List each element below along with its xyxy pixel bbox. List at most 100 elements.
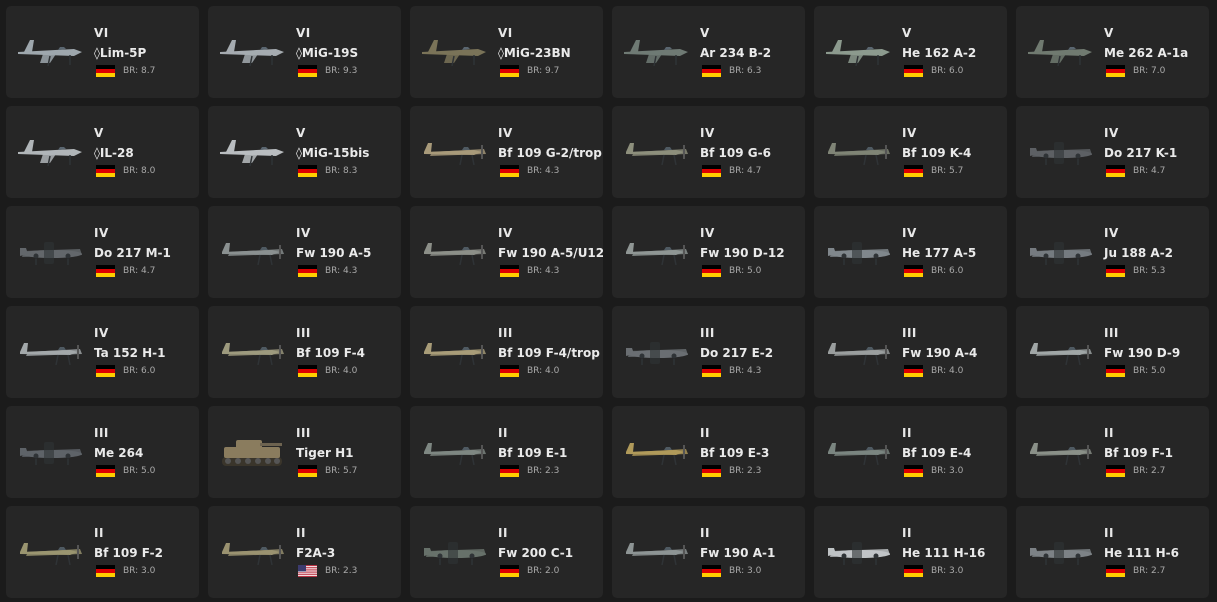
vehicle-card[interactable]: III Fw 190 D-9 BR: 5.0 [1016, 306, 1209, 398]
battle-rating: BR: 6.0 [931, 66, 964, 76]
vehicle-rank: V [1104, 26, 1114, 40]
vehicle-card[interactable]: II Bf 109 E-4 BR: 3.0 [814, 406, 1007, 498]
vehicle-card[interactable]: IV Bf 109 G-6 BR: 4.7 [612, 106, 805, 198]
vehicle-meta: BR: 9.7 [500, 65, 559, 77]
aircraft-icon [1024, 332, 1096, 372]
vehicle-rank: II [902, 526, 912, 540]
vehicle-rank: V [94, 126, 104, 140]
vehicle-meta: BR: 7.0 [1106, 65, 1165, 77]
vehicle-card[interactable]: II He 111 H-16 BR: 3.0 [814, 506, 1007, 598]
vehicle-card[interactable]: VI ◊MiG-23BN BR: 9.7 [410, 6, 603, 98]
germany-flag-icon [904, 65, 923, 77]
vehicle-card[interactable]: V ◊IL-28 BR: 8.0 [6, 106, 199, 198]
germany-flag-icon [500, 465, 519, 477]
vehicle-rank: VI [94, 26, 109, 40]
vehicle-name: ◊MiG-15bis [296, 146, 370, 160]
battle-rating: BR: 2.0 [527, 566, 560, 576]
vehicle-name: Bf 109 K-4 [902, 146, 972, 160]
aircraft-icon [620, 532, 692, 572]
vehicle-card[interactable]: II Bf 109 E-1 BR: 2.3 [410, 406, 603, 498]
battle-rating: BR: 2.3 [527, 466, 560, 476]
vehicle-name: Me 262 A-1a [1104, 46, 1189, 60]
aircraft-icon [14, 32, 86, 72]
vehicle-card[interactable]: II Bf 109 F-2 BR: 3.0 [6, 506, 199, 598]
germany-flag-icon [1106, 165, 1125, 177]
vehicle-card[interactable]: IV Bf 109 G-2/trop BR: 4.3 [410, 106, 603, 198]
aircraft-icon [822, 132, 894, 172]
vehicle-meta: BR: 5.7 [904, 165, 963, 177]
vehicle-name: Ta 152 H-1 [94, 346, 166, 360]
vehicle-card[interactable]: III Bf 109 F-4 BR: 4.0 [208, 306, 401, 398]
vehicle-card[interactable]: III Tiger H1 BR: 5.7 [208, 406, 401, 498]
vehicle-card[interactable]: III Do 217 E-2 BR: 4.3 [612, 306, 805, 398]
battle-rating: BR: 5.0 [729, 266, 762, 276]
aircraft-icon [14, 532, 86, 572]
germany-flag-icon [904, 165, 923, 177]
vehicle-card[interactable]: V Me 262 A-1a BR: 7.0 [1016, 6, 1209, 98]
battle-rating: BR: 5.0 [1133, 366, 1166, 376]
vehicle-card[interactable]: IV Ta 152 H-1 BR: 6.0 [6, 306, 199, 398]
vehicle-card[interactable]: II Bf 109 E-3 BR: 2.3 [612, 406, 805, 498]
vehicle-rank: III [498, 326, 513, 340]
vehicle-card[interactable]: II He 111 H-6 BR: 2.7 [1016, 506, 1209, 598]
germany-flag-icon [904, 565, 923, 577]
vehicle-meta: BR: 4.3 [298, 265, 357, 277]
vehicle-card[interactable]: II F2A-3 BR: 2.3 [208, 506, 401, 598]
aircraft-icon [418, 332, 490, 372]
germany-flag-icon [500, 165, 519, 177]
vehicle-card[interactable]: II Fw 200 C-1 BR: 2.0 [410, 506, 603, 598]
aircraft-icon [822, 32, 894, 72]
vehicle-name: Bf 109 F-1 [1104, 446, 1173, 460]
battle-rating: BR: 4.3 [527, 266, 560, 276]
vehicle-meta: BR: 6.3 [702, 65, 761, 77]
vehicle-name: He 111 H-6 [1104, 546, 1179, 560]
vehicle-card[interactable]: II Fw 190 A-1 BR: 3.0 [612, 506, 805, 598]
vehicle-card[interactable]: II Bf 109 F-1 BR: 2.7 [1016, 406, 1209, 498]
vehicle-rank: IV [902, 226, 917, 240]
battle-rating: BR: 8.7 [123, 66, 156, 76]
aircraft-icon [1024, 32, 1096, 72]
vehicle-card[interactable]: III Me 264 BR: 5.0 [6, 406, 199, 498]
vehicle-name: Bf 109 F-2 [94, 546, 163, 560]
vehicle-card[interactable]: III Bf 109 F-4/trop BR: 4.0 [410, 306, 603, 398]
vehicle-card[interactable]: III Fw 190 A-4 BR: 4.0 [814, 306, 1007, 398]
vehicle-card[interactable]: V He 162 A-2 BR: 6.0 [814, 6, 1007, 98]
vehicle-name: Do 217 K-1 [1104, 146, 1178, 160]
germany-flag-icon [298, 365, 317, 377]
vehicle-card[interactable]: V Ar 234 B-2 BR: 6.3 [612, 6, 805, 98]
vehicle-meta: BR: 6.0 [904, 265, 963, 277]
vehicle-rank: IV [94, 226, 109, 240]
vehicle-name: Fw 190 D-12 [700, 246, 785, 260]
aircraft-icon [1024, 132, 1096, 172]
vehicle-card[interactable]: IV Fw 190 D-12 BR: 5.0 [612, 206, 805, 298]
usa-flag-icon [298, 565, 317, 577]
germany-flag-icon [298, 265, 317, 277]
germany-flag-icon [298, 165, 317, 177]
vehicle-card[interactable]: VI ◊MiG-19S BR: 9.3 [208, 6, 401, 98]
vehicle-card[interactable]: IV Do 217 K-1 BR: 4.7 [1016, 106, 1209, 198]
battle-rating: BR: 8.3 [325, 166, 358, 176]
battle-rating: BR: 3.0 [931, 466, 964, 476]
germany-flag-icon [500, 65, 519, 77]
vehicle-rank: III [902, 326, 917, 340]
vehicle-card[interactable]: IV Bf 109 K-4 BR: 5.7 [814, 106, 1007, 198]
vehicle-name: Bf 109 F-4 [296, 346, 365, 360]
vehicle-rank: II [700, 526, 710, 540]
aircraft-icon [620, 432, 692, 472]
vehicle-rank: IV [902, 126, 917, 140]
vehicle-card[interactable]: IV Fw 190 A-5/U12 BR: 4.3 [410, 206, 603, 298]
vehicle-meta: BR: 4.3 [500, 265, 559, 277]
vehicle-name: Bf 109 F-4/trop [498, 346, 600, 360]
vehicle-card[interactable]: IV Ju 188 A-2 BR: 5.3 [1016, 206, 1209, 298]
vehicle-card[interactable]: IV He 177 A-5 BR: 6.0 [814, 206, 1007, 298]
vehicle-card[interactable]: IV Fw 190 A-5 BR: 4.3 [208, 206, 401, 298]
germany-flag-icon [1106, 65, 1125, 77]
vehicle-name: He 162 A-2 [902, 46, 977, 60]
vehicle-card[interactable]: IV Do 217 M-1 BR: 4.7 [6, 206, 199, 298]
vehicle-meta: BR: 8.3 [298, 165, 357, 177]
vehicle-name: He 177 A-5 [902, 246, 977, 260]
vehicle-card[interactable]: V ◊MiG-15bis BR: 8.3 [208, 106, 401, 198]
vehicle-card[interactable]: VI ◊Lim-5P BR: 8.7 [6, 6, 199, 98]
vehicle-name: He 111 H-16 [902, 546, 986, 560]
battle-rating: BR: 7.0 [1133, 66, 1166, 76]
